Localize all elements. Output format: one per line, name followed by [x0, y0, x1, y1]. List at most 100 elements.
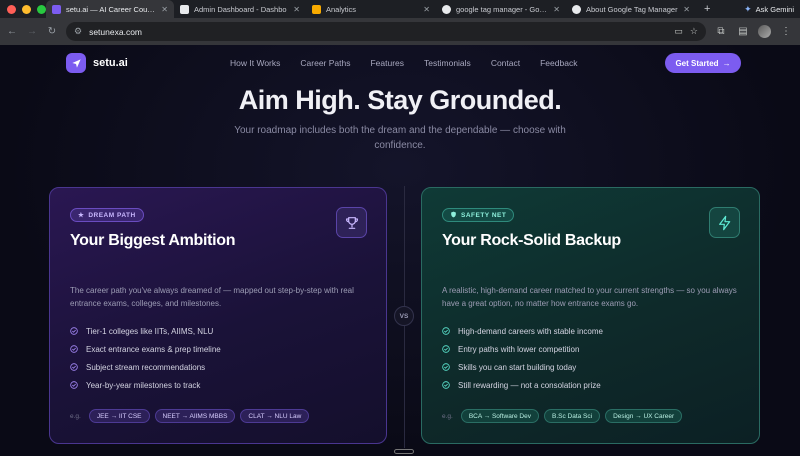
google-favicon-icon	[442, 4, 451, 14]
browser-toolbar: ← → ↻ ⚙ setunexa.com ▭ ☆ ⧉ ▤ ⋮	[0, 18, 800, 45]
minimize-window-button[interactable]	[22, 4, 31, 14]
site-logo[interactable]: setu.ai	[66, 53, 128, 73]
safety-net-card: SAFETY NET Your Rock-Solid Backup A real…	[421, 187, 760, 444]
example-chip-jee: JEE → IIT CSE	[88, 409, 150, 423]
eg-label: e.g.	[442, 412, 453, 420]
browser-tab-setu[interactable]: setu.ai — AI Career Counsel ✕	[46, 0, 174, 18]
address-bar[interactable]: ⚙ setunexa.com ▭ ☆	[66, 22, 706, 41]
get-started-button[interactable]: Get Started →	[665, 53, 741, 73]
cast-icon[interactable]: ▭	[674, 26, 683, 37]
list-item: Entry paths with lower competition	[442, 340, 603, 358]
extensions-icon[interactable]: ⧉	[714, 26, 728, 37]
tab-label: google tag manager - Googl	[456, 4, 549, 14]
get-started-label: Get Started	[675, 58, 719, 68]
example-chip-clat: CLAT → NLU Law	[240, 409, 310, 423]
feature-text: Skills you can start building today	[458, 362, 577, 372]
logo-text: setu.ai	[93, 57, 128, 69]
arrow-right-icon: →	[722, 58, 731, 68]
feature-text: Subject stream recommendations	[86, 362, 206, 372]
example-chip-bca: BCA → Software Dev	[460, 409, 539, 423]
example-chip-design: Design → UX Career	[605, 409, 683, 423]
page-content: setu.ai How It Works Career Paths Featur…	[0, 45, 800, 456]
tab-label: setu.ai — AI Career Counsel	[66, 4, 157, 14]
tab-label: Admin Dashboard - Dashbo	[194, 4, 287, 14]
list-item: High-demand careers with stable income	[442, 322, 603, 340]
scroll-indicator[interactable]	[394, 449, 414, 454]
check-circle-icon	[442, 381, 450, 389]
close-tab-icon[interactable]: ✕	[423, 5, 430, 14]
analytics-favicon-icon	[312, 4, 321, 14]
url-text[interactable]: setunexa.com	[89, 27, 667, 37]
nav-link-how-it-works[interactable]: How It Works	[230, 58, 280, 68]
hero-subline: Your roadmap includes both the dream and…	[234, 125, 566, 151]
safety-card-title: Your Rock-Solid Backup	[442, 232, 621, 249]
feature-text: Year-by-year milestones to track	[86, 380, 201, 390]
check-circle-icon	[70, 345, 78, 353]
safety-feature-list: High-demand careers with stable income E…	[442, 322, 603, 394]
list-item: Subject stream recommendations	[70, 358, 221, 376]
close-tab-icon[interactable]: ✕	[293, 5, 300, 14]
safety-net-badge: SAFETY NET	[442, 208, 515, 222]
profile-avatar[interactable]	[758, 25, 771, 38]
nav-links: How It Works Career Paths Features Testi…	[230, 58, 597, 68]
close-tab-icon[interactable]: ✕	[161, 5, 168, 14]
site-navbar: setu.ai How It Works Career Paths Featur…	[0, 45, 800, 83]
browser-tab-analytics[interactable]: Analytics ✕	[306, 0, 436, 18]
check-circle-icon	[442, 345, 450, 353]
list-item: Year-by-year milestones to track	[70, 376, 221, 394]
browser-tab-gtm[interactable]: google tag manager - Googl ✕	[436, 0, 566, 18]
feature-text: Exact entrance exams & prep timeline	[86, 344, 221, 354]
check-circle-icon	[442, 363, 450, 371]
paper-plane-icon	[66, 53, 86, 73]
feature-text: Entry paths with lower competition	[458, 344, 580, 354]
vs-badge: VS	[394, 306, 414, 326]
new-tab-button[interactable]: +	[696, 3, 718, 15]
feature-text: Tier-1 colleges like IITs, AIIMS, NLU	[86, 326, 214, 336]
list-item: Skills you can start building today	[442, 358, 603, 376]
tab-label: About Google Tag Manager	[586, 4, 678, 14]
safety-card-description: A realistic, high-demand career matched …	[442, 286, 737, 308]
list-item: Exact entrance exams & prep timeline	[70, 340, 221, 358]
close-window-button[interactable]	[7, 4, 16, 14]
window-controls	[0, 4, 46, 14]
check-circle-icon	[70, 363, 78, 371]
eg-label: e.g.	[70, 412, 81, 420]
example-chip-bsc: B.Sc Data Sci	[543, 409, 601, 423]
browser-tab-about-gtm[interactable]: About Google Tag Manager ✕	[566, 0, 696, 18]
dream-feature-list: Tier-1 colleges like IITs, AIIMS, NLU Ex…	[70, 322, 221, 394]
badge-label: DREAM PATH	[88, 211, 136, 219]
close-tab-icon[interactable]: ✕	[553, 5, 560, 14]
browser-tab-admin[interactable]: Admin Dashboard - Dashbo ✕	[174, 0, 306, 18]
tab-search-icon[interactable]: ▤	[736, 26, 750, 37]
nav-link-contact[interactable]: Contact	[491, 58, 520, 68]
example-chip-neet: NEET → AIIMS MBBS	[154, 409, 236, 423]
menu-kebab-icon[interactable]: ⋮	[779, 26, 793, 37]
nav-link-testimonials[interactable]: Testimonials	[424, 58, 471, 68]
list-item: Tier-1 colleges like IITs, AIIMS, NLU	[70, 322, 221, 340]
back-arrow-icon[interactable]: ←	[6, 26, 18, 37]
bookmark-star-icon[interactable]: ☆	[690, 26, 698, 37]
tab-label: Analytics	[326, 4, 357, 14]
close-tab-icon[interactable]: ✕	[683, 5, 690, 14]
dream-path-card: ★ DREAM PATH Your Biggest Ambition The c…	[49, 187, 387, 444]
site-info-icon[interactable]: ⚙	[74, 26, 82, 37]
dream-card-description: The career path you've always dreamed of…	[70, 286, 354, 308]
nav-link-features[interactable]: Features	[370, 58, 404, 68]
maximize-window-button[interactable]	[37, 4, 46, 14]
lightning-icon	[709, 207, 740, 238]
forward-arrow-icon[interactable]: →	[26, 26, 38, 37]
list-item: Still rewarding — not a consolation priz…	[442, 376, 603, 394]
gemini-label: Ask Gemini	[755, 4, 794, 14]
feature-text: High-demand careers with stable income	[458, 326, 603, 336]
google-favicon-icon	[572, 4, 581, 14]
browser-tab-bar: setu.ai — AI Career Counsel ✕ Admin Dash…	[0, 0, 800, 18]
hero-headline: Aim High. Stay Grounded.	[238, 85, 562, 115]
setu-favicon-icon	[52, 4, 61, 14]
reload-icon[interactable]: ↻	[46, 26, 58, 37]
nav-link-feedback[interactable]: Feedback	[540, 58, 577, 68]
feature-text: Still rewarding — not a consolation priz…	[458, 380, 601, 390]
admin-favicon-icon	[180, 4, 189, 14]
dream-path-badge: ★ DREAM PATH	[70, 208, 144, 222]
nav-link-career-paths[interactable]: Career Paths	[300, 58, 350, 68]
ask-gemini-button[interactable]: ✦ Ask Gemini	[744, 4, 800, 15]
